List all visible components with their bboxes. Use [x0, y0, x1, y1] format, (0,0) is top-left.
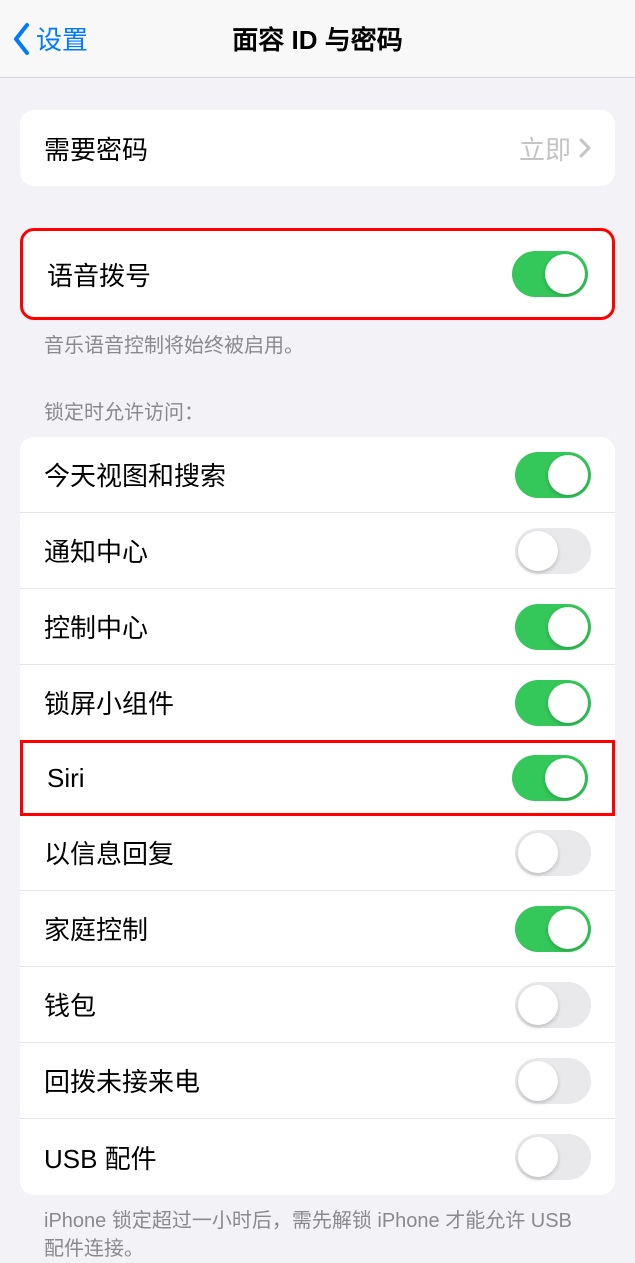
locked-access-toggle-notification-center[interactable] [515, 528, 591, 574]
chevron-right-icon [579, 138, 591, 158]
locked-access-label-lockscreen-widgets: 锁屏小组件 [44, 684, 174, 721]
locked-access-toggle-return-missed-calls[interactable] [515, 1058, 591, 1104]
locked-access-row-control-center: 控制中心 [20, 589, 615, 665]
voice-dial-row: 语音拨号 [23, 231, 612, 317]
locked-access-label-reply-message: 以信息回复 [44, 834, 174, 871]
locked-access-label-control-center: 控制中心 [44, 608, 148, 645]
locked-access-row-lockscreen-widgets: 锁屏小组件 [20, 665, 615, 741]
locked-access-row-wallet: 钱包 [20, 967, 615, 1043]
require-passcode-value: 立即 [519, 130, 571, 167]
voice-dial-label: 语音拨号 [47, 256, 151, 293]
locked-access-label-usb-accessories: USB 配件 [44, 1139, 157, 1176]
locked-access-label-siri: Siri [47, 763, 85, 794]
locked-access-label-home-control: 家庭控制 [44, 910, 148, 947]
locked-access-row-today-search: 今天视图和搜索 [20, 437, 615, 513]
locked-access-toggle-reply-message[interactable] [515, 830, 591, 876]
voice-dial-footer: 音乐语音控制将始终被启用。 [20, 320, 615, 360]
navigation-bar: 设置 面容 ID 与密码 [0, 0, 635, 78]
locked-access-row-home-control: 家庭控制 [20, 891, 615, 967]
locked-access-row-siri: Siri [20, 740, 615, 816]
locked-access-label-today-search: 今天视图和搜索 [44, 456, 226, 493]
chevron-left-icon [12, 22, 32, 56]
require-passcode-row[interactable]: 需要密码 立即 [20, 110, 615, 186]
locked-access-toggle-wallet[interactable] [515, 982, 591, 1028]
locked-access-label-return-missed-calls: 回拨未接来电 [44, 1062, 200, 1099]
page-title: 面容 ID 与密码 [232, 20, 402, 57]
require-passcode-label: 需要密码 [44, 130, 148, 167]
locked-access-row-return-missed-calls: 回拨未接来电 [20, 1043, 615, 1119]
locked-access-toggle-siri[interactable] [512, 755, 588, 801]
require-passcode-group: 需要密码 立即 [20, 110, 615, 186]
locked-access-toggle-home-control[interactable] [515, 906, 591, 952]
locked-access-label-wallet: 钱包 [44, 986, 96, 1023]
locked-access-toggle-today-search[interactable] [515, 452, 591, 498]
locked-access-toggle-control-center[interactable] [515, 604, 591, 650]
voice-dial-toggle[interactable] [512, 251, 588, 297]
locked-access-group: 今天视图和搜索通知中心控制中心锁屏小组件 Siri 以信息回复家庭控制钱包回拨未接来… [20, 437, 615, 1195]
locked-access-row-usb-accessories: USB 配件 [20, 1119, 615, 1195]
locked-access-header: 锁定时允许访问： [20, 396, 615, 437]
locked-access-label-notification-center: 通知中心 [44, 532, 148, 569]
back-button[interactable]: 设置 [0, 20, 88, 57]
back-label: 设置 [36, 20, 88, 57]
locked-access-toggle-lockscreen-widgets[interactable] [515, 680, 591, 726]
voice-dial-group: 语音拨号 [20, 228, 615, 320]
locked-access-row-notification-center: 通知中心 [20, 513, 615, 589]
locked-access-row-reply-message: 以信息回复 [20, 815, 615, 891]
locked-access-toggle-usb-accessories[interactable] [515, 1134, 591, 1180]
